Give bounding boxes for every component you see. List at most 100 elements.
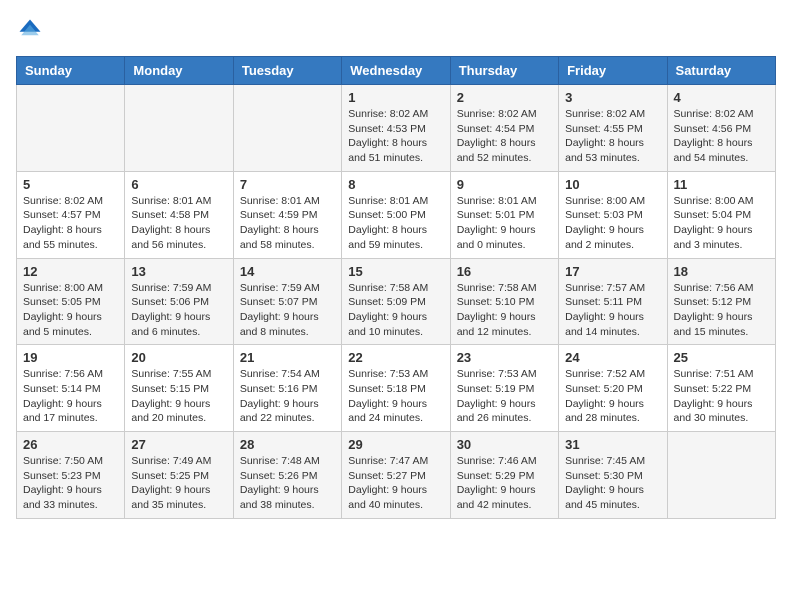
calendar-day-24: 24 Sunrise: 7:52 AM Sunset: 5:20 PM Dayli… <box>559 345 667 432</box>
day-content: Sunrise: 7:47 AM Sunset: 5:27 PM Dayligh… <box>348 454 443 513</box>
logo <box>16 16 48 44</box>
day-number: 19 <box>23 350 118 365</box>
day-content: Sunrise: 7:55 AM Sunset: 5:15 PM Dayligh… <box>131 367 226 426</box>
day-number: 6 <box>131 177 226 192</box>
calendar-day-29: 29 Sunrise: 7:47 AM Sunset: 5:27 PM Dayli… <box>342 432 450 519</box>
day-content: Sunrise: 7:54 AM Sunset: 5:16 PM Dayligh… <box>240 367 335 426</box>
day-number: 27 <box>131 437 226 452</box>
calendar-day-4: 4Sunrise: 8:02 AM Sunset: 4:56 PM Daylig… <box>667 85 775 172</box>
calendar-week-3: 12 Sunrise: 8:00 AM Sunset: 5:05 PM Dayli… <box>17 258 776 345</box>
day-content: Sunrise: 7:56 AM Sunset: 5:14 PM Dayligh… <box>23 367 118 426</box>
calendar-day-5: 5 Sunrise: 8:02 AM Sunset: 4:57 PM Daylig… <box>17 171 125 258</box>
day-number: 10 <box>565 177 660 192</box>
col-header-monday: Monday <box>125 57 233 85</box>
day-number: 13 <box>131 264 226 279</box>
day-number: 14 <box>240 264 335 279</box>
calendar-day-28: 28 Sunrise: 7:48 AM Sunset: 5:26 PM Dayli… <box>233 432 341 519</box>
day-content: Sunrise: 7:57 AM Sunset: 5:11 PM Dayligh… <box>565 281 660 340</box>
calendar-day-16: 16 Sunrise: 7:58 AM Sunset: 5:10 PM Dayli… <box>450 258 558 345</box>
day-number: 18 <box>674 264 769 279</box>
calendar-day-26: 26Sunrise: 7:50 AM Sunset: 5:23 PM Dayli… <box>17 432 125 519</box>
calendar-day-9: 9 Sunrise: 8:01 AM Sunset: 5:01 PM Daylig… <box>450 171 558 258</box>
day-number: 12 <box>23 264 118 279</box>
calendar-day-22: 22 Sunrise: 7:53 AM Sunset: 5:18 PM Dayli… <box>342 345 450 432</box>
day-number: 30 <box>457 437 552 452</box>
col-header-tuesday: Tuesday <box>233 57 341 85</box>
day-content: Sunrise: 7:58 AM Sunset: 5:09 PM Dayligh… <box>348 281 443 340</box>
day-number: 7 <box>240 177 335 192</box>
day-number: 5 <box>23 177 118 192</box>
calendar-day-8: 8 Sunrise: 8:01 AM Sunset: 5:00 PM Daylig… <box>342 171 450 258</box>
day-number: 8 <box>348 177 443 192</box>
day-content: Sunrise: 8:02 AM Sunset: 4:55 PM Dayligh… <box>565 107 660 166</box>
empty-cell <box>667 432 775 519</box>
day-content: Sunrise: 7:59 AM Sunset: 5:07 PM Dayligh… <box>240 281 335 340</box>
col-header-wednesday: Wednesday <box>342 57 450 85</box>
col-header-saturday: Saturday <box>667 57 775 85</box>
calendar-header-row: SundayMondayTuesdayWednesdayThursdayFrid… <box>17 57 776 85</box>
page-header <box>16 16 776 44</box>
day-content: Sunrise: 8:01 AM Sunset: 4:58 PM Dayligh… <box>131 194 226 253</box>
calendar-day-27: 27 Sunrise: 7:49 AM Sunset: 5:25 PM Dayli… <box>125 432 233 519</box>
day-content: Sunrise: 8:01 AM Sunset: 5:01 PM Dayligh… <box>457 194 552 253</box>
day-content: Sunrise: 8:02 AM Sunset: 4:54 PM Dayligh… <box>457 107 552 166</box>
day-content: Sunrise: 8:01 AM Sunset: 5:00 PM Dayligh… <box>348 194 443 253</box>
calendar-day-23: 23Sunrise: 7:53 AM Sunset: 5:19 PM Dayli… <box>450 345 558 432</box>
day-content: Sunrise: 7:48 AM Sunset: 5:26 PM Dayligh… <box>240 454 335 513</box>
day-number: 2 <box>457 90 552 105</box>
day-number: 22 <box>348 350 443 365</box>
day-content: Sunrise: 8:00 AM Sunset: 5:03 PM Dayligh… <box>565 194 660 253</box>
day-content: Sunrise: 7:58 AM Sunset: 5:10 PM Dayligh… <box>457 281 552 340</box>
calendar-day-14: 14 Sunrise: 7:59 AM Sunset: 5:07 PM Dayli… <box>233 258 341 345</box>
day-number: 31 <box>565 437 660 452</box>
day-number: 20 <box>131 350 226 365</box>
day-number: 4 <box>674 90 769 105</box>
calendar-day-12: 12 Sunrise: 8:00 AM Sunset: 5:05 PM Dayli… <box>17 258 125 345</box>
calendar-day-13: 13Sunrise: 7:59 AM Sunset: 5:06 PM Dayli… <box>125 258 233 345</box>
calendar-day-25: 25 Sunrise: 7:51 AM Sunset: 5:22 PM Dayli… <box>667 345 775 432</box>
day-number: 28 <box>240 437 335 452</box>
calendar-day-20: 20 Sunrise: 7:55 AM Sunset: 5:15 PM Dayli… <box>125 345 233 432</box>
day-number: 23 <box>457 350 552 365</box>
day-content: Sunrise: 7:53 AM Sunset: 5:18 PM Dayligh… <box>348 367 443 426</box>
day-number: 21 <box>240 350 335 365</box>
day-number: 1 <box>348 90 443 105</box>
col-header-friday: Friday <box>559 57 667 85</box>
day-number: 15 <box>348 264 443 279</box>
logo-icon <box>16 16 44 44</box>
day-content: Sunrise: 7:52 AM Sunset: 5:20 PM Dayligh… <box>565 367 660 426</box>
calendar-day-11: 11 Sunrise: 8:00 AM Sunset: 5:04 PM Dayli… <box>667 171 775 258</box>
day-content: Sunrise: 8:02 AM Sunset: 4:57 PM Dayligh… <box>23 194 118 253</box>
calendar-week-4: 19 Sunrise: 7:56 AM Sunset: 5:14 PM Dayli… <box>17 345 776 432</box>
calendar-day-3: 3 Sunrise: 8:02 AM Sunset: 4:55 PM Daylig… <box>559 85 667 172</box>
empty-cell <box>233 85 341 172</box>
day-content: Sunrise: 8:00 AM Sunset: 5:05 PM Dayligh… <box>23 281 118 340</box>
col-header-sunday: Sunday <box>17 57 125 85</box>
day-number: 9 <box>457 177 552 192</box>
day-content: Sunrise: 7:45 AM Sunset: 5:30 PM Dayligh… <box>565 454 660 513</box>
calendar-day-31: 31 Sunrise: 7:45 AM Sunset: 5:30 PM Dayli… <box>559 432 667 519</box>
calendar-day-10: 10 Sunrise: 8:00 AM Sunset: 5:03 PM Dayli… <box>559 171 667 258</box>
day-content: Sunrise: 8:01 AM Sunset: 4:59 PM Dayligh… <box>240 194 335 253</box>
calendar-table: SundayMondayTuesdayWednesdayThursdayFrid… <box>16 56 776 519</box>
calendar-day-18: 18Sunrise: 7:56 AM Sunset: 5:12 PM Dayli… <box>667 258 775 345</box>
day-number: 3 <box>565 90 660 105</box>
day-number: 29 <box>348 437 443 452</box>
calendar-week-2: 5 Sunrise: 8:02 AM Sunset: 4:57 PM Daylig… <box>17 171 776 258</box>
day-number: 17 <box>565 264 660 279</box>
day-content: Sunrise: 7:50 AM Sunset: 5:23 PM Dayligh… <box>23 454 118 513</box>
day-content: Sunrise: 8:02 AM Sunset: 4:53 PM Dayligh… <box>348 107 443 166</box>
calendar-day-30: 30Sunrise: 7:46 AM Sunset: 5:29 PM Dayli… <box>450 432 558 519</box>
calendar-day-19: 19 Sunrise: 7:56 AM Sunset: 5:14 PM Dayli… <box>17 345 125 432</box>
day-content: Sunrise: 7:49 AM Sunset: 5:25 PM Dayligh… <box>131 454 226 513</box>
day-number: 25 <box>674 350 769 365</box>
day-number: 11 <box>674 177 769 192</box>
day-content: Sunrise: 8:00 AM Sunset: 5:04 PM Dayligh… <box>674 194 769 253</box>
calendar-day-17: 17 Sunrise: 7:57 AM Sunset: 5:11 PM Dayli… <box>559 258 667 345</box>
day-content: Sunrise: 7:51 AM Sunset: 5:22 PM Dayligh… <box>674 367 769 426</box>
calendar-day-1: 1 Sunrise: 8:02 AM Sunset: 4:53 PM Daylig… <box>342 85 450 172</box>
day-number: 24 <box>565 350 660 365</box>
day-number: 16 <box>457 264 552 279</box>
calendar-day-7: 7 Sunrise: 8:01 AM Sunset: 4:59 PM Daylig… <box>233 171 341 258</box>
calendar-week-1: 1 Sunrise: 8:02 AM Sunset: 4:53 PM Daylig… <box>17 85 776 172</box>
